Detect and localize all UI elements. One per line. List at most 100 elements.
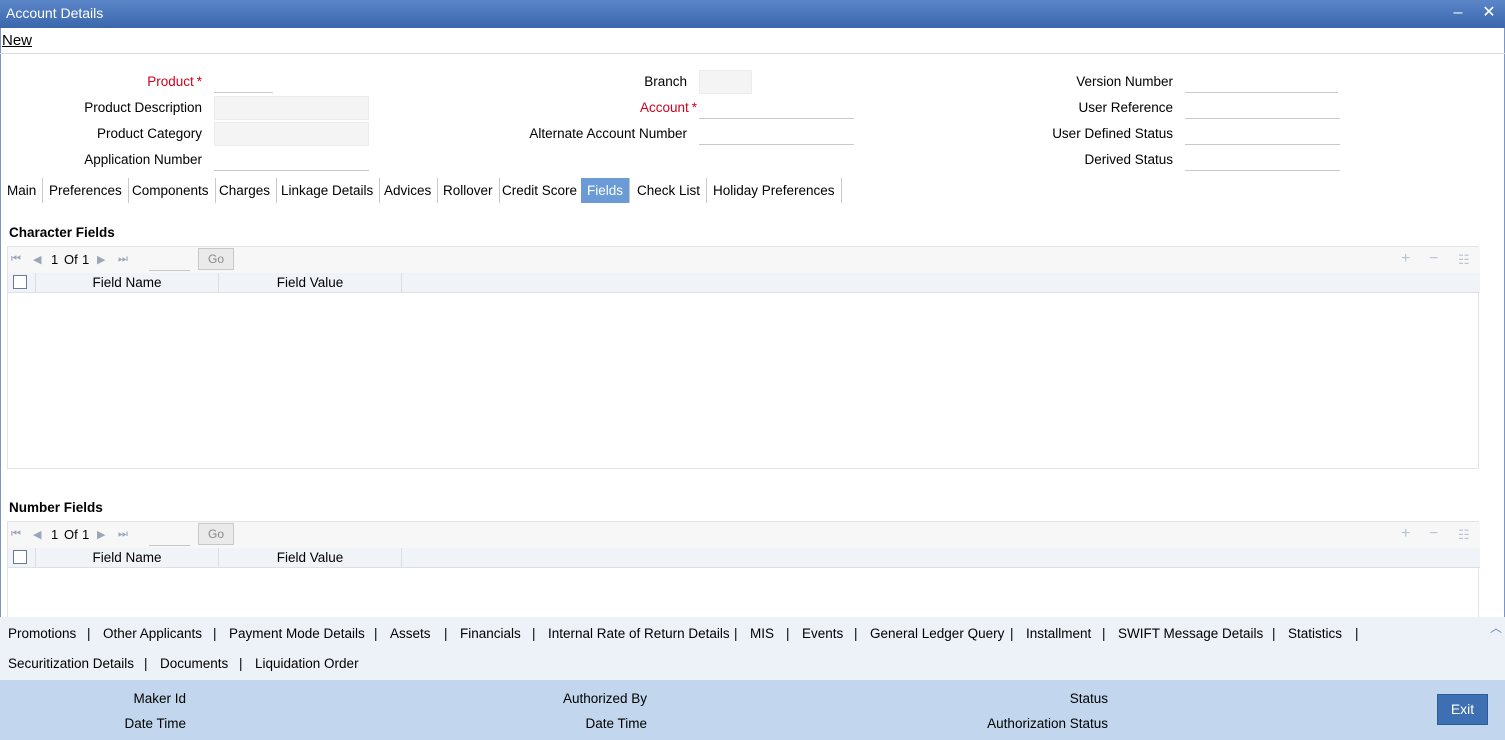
page-number-input[interactable]: [149, 525, 190, 546]
first-page-icon[interactable]: ⏮: [11, 253, 21, 266]
last-page-icon[interactable]: ⏭: [118, 253, 128, 266]
select-all-checkbox[interactable]: [13, 275, 27, 289]
character-fields-pager: ⏮ ◀ 1 Of 1 ▶ ⏭ Go + − ☷: [8, 247, 1480, 273]
tab-components[interactable]: Components: [126, 178, 216, 203]
link-swift-message-details[interactable]: SWIFT Message Details: [1118, 626, 1263, 641]
link-separator: |: [1010, 626, 1014, 641]
page-total: 1: [82, 252, 90, 267]
page-total: 1: [82, 527, 90, 542]
add-row-icon[interactable]: +: [1401, 525, 1410, 543]
previous-page-icon[interactable]: ◀: [33, 253, 41, 266]
minimize-icon[interactable]: ‒: [1448, 3, 1468, 23]
page-current: 1: [51, 527, 59, 542]
tab-holiday-preferences[interactable]: Holiday Preferences: [707, 178, 842, 203]
link-installment[interactable]: Installment: [1026, 626, 1091, 641]
link-financials[interactable]: Financials: [460, 626, 521, 641]
tab-charges[interactable]: Charges: [213, 178, 278, 203]
number-fields-title: Number Fields: [9, 500, 103, 515]
go-button[interactable]: Go: [198, 248, 234, 270]
link-payment-mode-details[interactable]: Payment Mode Details: [229, 626, 365, 641]
link-securitization-details[interactable]: Securitization Details: [8, 656, 134, 671]
link-assets[interactable]: Assets: [390, 626, 431, 641]
field-value-column-header: Field Value: [219, 273, 402, 293]
link-separator: |: [87, 626, 91, 641]
application-number-label: Application Number: [84, 152, 202, 167]
tab-advices[interactable]: Advices: [378, 178, 439, 203]
audit-footer: Maker Id Date Time Authorized By Date Ti…: [0, 680, 1505, 740]
link-separator: |: [1355, 626, 1359, 641]
alternate-account-number-input[interactable]: [699, 121, 854, 145]
tab-fields[interactable]: Fields: [581, 178, 631, 203]
go-button[interactable]: Go: [198, 523, 234, 545]
version-number-label: Version Number: [1076, 74, 1173, 89]
first-page-icon[interactable]: ⏮: [11, 528, 21, 541]
maker-id-label: Maker Id: [133, 691, 186, 706]
select-all-checkbox[interactable]: [13, 550, 27, 564]
single-view-icon[interactable]: ☷: [1458, 527, 1470, 543]
link-separator: |: [144, 656, 148, 671]
link-separator: |: [239, 656, 243, 671]
link-separator: |: [213, 626, 217, 641]
checker-date-time-label: Date Time: [585, 716, 647, 731]
user-reference-input[interactable]: [1185, 95, 1340, 119]
link-general-ledger-query[interactable]: General Ledger Query: [870, 626, 1004, 641]
link-separator: |: [1102, 626, 1106, 641]
authorization-status-label: Authorization Status: [987, 716, 1108, 731]
maker-date-time-label: Date Time: [124, 716, 186, 731]
tab-linkage-details[interactable]: Linkage Details: [275, 178, 381, 203]
link-mis[interactable]: MIS: [750, 626, 774, 641]
character-fields-header: Field Name Field Value: [8, 273, 1480, 293]
version-number-input[interactable]: [1185, 69, 1338, 93]
next-page-icon[interactable]: ▶: [97, 528, 105, 541]
page-of-label: Of: [64, 252, 78, 267]
single-view-icon[interactable]: ☷: [1458, 252, 1470, 268]
user-defined-status-label: User Defined Status: [1052, 126, 1173, 141]
exit-button[interactable]: Exit: [1437, 694, 1488, 725]
account-label: Account *: [639, 100, 697, 115]
product-input[interactable]: [214, 69, 273, 93]
delete-row-icon[interactable]: −: [1429, 525, 1438, 543]
link-separator: |: [532, 626, 536, 641]
page-of-label: Of: [64, 527, 78, 542]
character-fields-title: Character Fields: [9, 225, 115, 240]
close-icon[interactable]: ✕: [1479, 3, 1499, 23]
tab-rollover[interactable]: Rollover: [437, 178, 500, 203]
link-internal-rate-of-return-details[interactable]: Internal Rate of Return Details: [548, 626, 730, 641]
derived-status-input[interactable]: [1185, 147, 1340, 171]
last-page-icon[interactable]: ⏭: [118, 528, 128, 541]
tab-check-list[interactable]: Check List: [631, 178, 708, 203]
page-current: 1: [51, 252, 59, 267]
window-titlebar: Account Details ‒ ✕: [0, 0, 1505, 28]
tab-main[interactable]: Main: [1, 178, 44, 203]
collapse-up-icon[interactable]: ︿: [1490, 619, 1502, 636]
page-number-input[interactable]: [149, 250, 190, 271]
tab-preferences[interactable]: Preferences: [43, 178, 129, 203]
number-fields-header: Field Name Field Value: [8, 548, 1480, 568]
character-fields-grid: ⏮ ◀ 1 Of 1 ▶ ⏭ Go + − ☷ Field Name Field…: [7, 246, 1480, 469]
tab-credit-score[interactable]: Credit Score: [496, 178, 585, 203]
new-link[interactable]: New: [2, 32, 32, 49]
link-promotions[interactable]: Promotions: [8, 626, 76, 641]
link-separator: |: [854, 626, 858, 641]
product-category-label: Product Category: [96, 126, 202, 141]
field-name-column-header: Field Name: [36, 273, 219, 293]
link-separator: |: [1272, 626, 1276, 641]
link-events[interactable]: Events: [802, 626, 843, 641]
field-name-column-header: Field Name: [36, 548, 219, 568]
link-documents[interactable]: Documents: [160, 656, 228, 671]
user-reference-label: User Reference: [1078, 100, 1173, 115]
alternate-account-number-label: Alternate Account Number: [529, 126, 687, 141]
next-page-icon[interactable]: ▶: [97, 253, 105, 266]
link-liquidation-order[interactable]: Liquidation Order: [255, 656, 359, 671]
link-statistics[interactable]: Statistics: [1288, 626, 1342, 641]
add-row-icon[interactable]: +: [1401, 250, 1410, 268]
product-description-field: [214, 96, 369, 120]
account-input[interactable]: [699, 95, 854, 119]
application-number-input[interactable]: [214, 147, 369, 171]
previous-page-icon[interactable]: ◀: [33, 528, 41, 541]
window-title: Account Details: [6, 5, 104, 21]
link-other-applicants[interactable]: Other Applicants: [103, 626, 202, 641]
user-defined-status-input[interactable]: [1185, 121, 1340, 145]
subscreen-links-bar: Promotions | Other Applicants | Payment …: [0, 617, 1505, 680]
delete-row-icon[interactable]: −: [1429, 250, 1438, 268]
